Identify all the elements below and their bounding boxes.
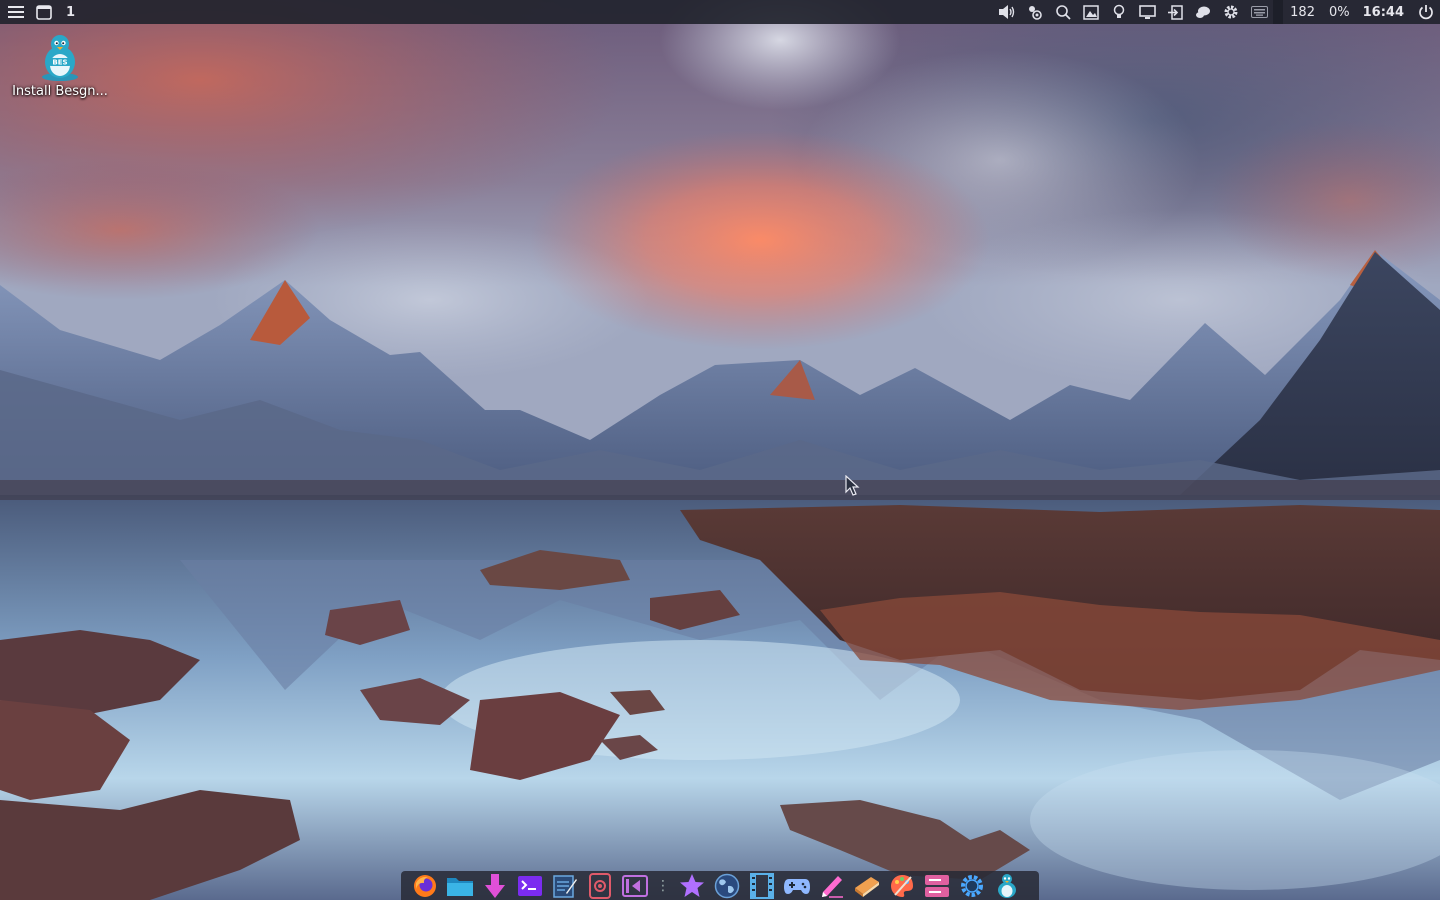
screen-recorder-icon	[588, 872, 611, 899]
window-icon[interactable]	[32, 0, 56, 24]
media-player-icon	[621, 874, 648, 897]
mouse-cursor	[845, 475, 860, 496]
top-panel: 1 182 0% 16:44	[0, 0, 1440, 24]
desktop-icon-installer[interactable]: BES Install Besgn...	[8, 32, 112, 99]
dock-item-games[interactable]	[779, 871, 814, 900]
tux-installer-icon: BES	[42, 35, 78, 81]
dock-item-paint[interactable]	[884, 871, 919, 900]
dock-item-media-player[interactable]	[617, 871, 652, 900]
dock-item-text-editor[interactable]	[547, 871, 582, 900]
dock-item-screen-recorder[interactable]	[582, 871, 617, 900]
dock-item-installer[interactable]	[989, 871, 1024, 900]
dock-item-browser[interactable]	[709, 871, 744, 900]
favorites-star-icon	[679, 873, 704, 897]
settings-icon[interactable]	[1217, 0, 1245, 24]
globe-icon	[714, 873, 739, 898]
desktop-wallpaper	[0, 0, 1440, 900]
power-icon[interactable]	[1412, 0, 1440, 24]
search-icon[interactable]	[1049, 0, 1077, 24]
workspace-number[interactable]: 1	[56, 5, 82, 20]
display-icon[interactable]	[1133, 0, 1161, 24]
paint-palette-icon	[890, 874, 913, 897]
tux-installer-icon	[997, 873, 1016, 898]
dock-item-downloads[interactable]	[477, 871, 512, 900]
desktop-icon-label: Install Besgn...	[12, 84, 108, 99]
counter-value[interactable]: 182	[1283, 5, 1322, 20]
firefox-icon	[413, 874, 436, 897]
dock-item-favorites[interactable]	[674, 871, 709, 900]
storage-icon	[924, 874, 949, 897]
dock-item-video-editor[interactable]	[744, 871, 779, 900]
svg-text:BES: BES	[52, 59, 67, 67]
cpu-usage[interactable]: 0%	[1322, 5, 1357, 20]
hamburger-menu-icon[interactable]	[0, 0, 32, 24]
dock-item-terminal[interactable]	[512, 871, 547, 900]
folder-icon	[446, 877, 473, 896]
panel-left: 1	[0, 0, 82, 24]
lightbulb-icon[interactable]	[1105, 0, 1133, 24]
video-editor-icon	[749, 872, 774, 899]
drawing-pen-icon	[821, 875, 843, 898]
dock-item-system-settings[interactable]	[954, 871, 989, 900]
clock[interactable]: 16:44	[1357, 5, 1412, 20]
system-settings-icon	[960, 874, 983, 897]
dock-item-storage[interactable]	[919, 871, 954, 900]
dock: ⋮	[401, 871, 1039, 900]
image-viewer-icon[interactable]	[1077, 0, 1105, 24]
gamepad-icon	[783, 878, 810, 894]
terminal-icon	[517, 875, 542, 896]
volume-icon[interactable]	[993, 0, 1021, 24]
logout-icon[interactable]	[1161, 0, 1189, 24]
dock-item-firefox[interactable]	[407, 871, 442, 900]
download-icon	[484, 873, 505, 898]
weather-icon[interactable]	[1021, 0, 1049, 24]
chat-icon[interactable]	[1189, 0, 1217, 24]
dock-separator: ⋮	[656, 877, 670, 894]
ebook-icon	[854, 876, 879, 897]
dock-item-drawing[interactable]	[814, 871, 849, 900]
system-tray: 182 0% 16:44	[993, 0, 1440, 24]
keyboard-icon[interactable]	[1245, 0, 1273, 24]
dock-item-ebook[interactable]	[849, 871, 884, 900]
tray-separator	[1273, 0, 1284, 24]
dock-item-files[interactable]	[442, 871, 477, 900]
text-editor-icon	[552, 874, 577, 898]
